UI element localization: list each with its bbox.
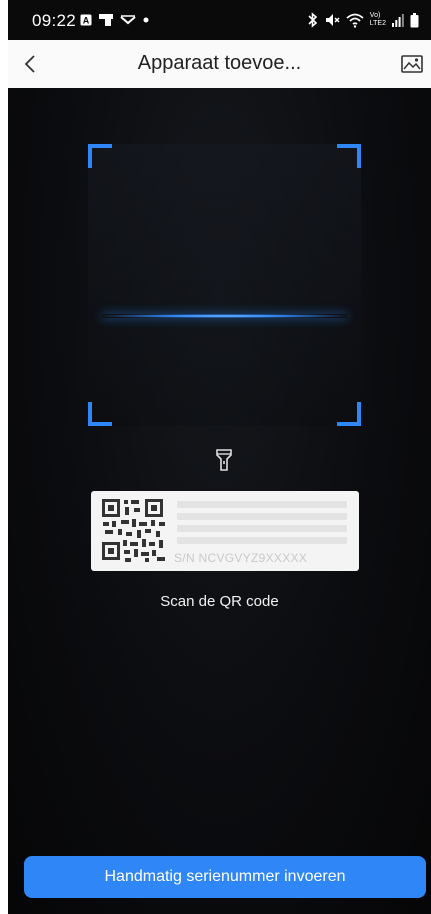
manual-serial-entry-button[interactable]: Handmatig serienummer invoeren <box>24 856 426 898</box>
scan-corner-bottom-left <box>88 402 112 426</box>
volte-label-bottom: LTE2 <box>369 20 386 27</box>
chevron-left-icon <box>24 55 35 73</box>
volte-label-top: Vo) <box>369 12 381 19</box>
flashlight-button[interactable] <box>213 446 235 474</box>
status-system-icons: Vo) LTE2 <box>308 11 419 29</box>
label-line <box>177 525 347 532</box>
scan-frame <box>88 144 361 426</box>
status-bar: 09:22 A Vo) LTE2 <box>8 0 431 40</box>
scan-corner-top-right <box>337 144 361 168</box>
sample-device-label: S/N NCVGVYZ9XXXXX <box>91 491 359 571</box>
page-title: Apparaat toevoe... <box>137 52 302 74</box>
svg-text:A: A <box>83 16 90 26</box>
volte-icon: Vo) LTE2 <box>370 12 386 28</box>
top-app-bar: Apparaat toevoe... <box>8 40 431 88</box>
signal-icon <box>392 14 404 27</box>
status-time: 09:22 <box>32 11 77 30</box>
label-line <box>177 537 347 544</box>
scan-corner-bottom-right <box>337 402 361 426</box>
image-gallery-icon <box>401 55 423 73</box>
sample-serial-number: S/N NCVGVYZ9XXXXX <box>174 551 308 565</box>
flashlight-icon <box>216 449 232 471</box>
scan-corner-top-left <box>88 144 112 168</box>
battery-icon <box>410 12 419 27</box>
notification-a-icon: A <box>80 14 92 26</box>
notification-dot-icon <box>143 17 149 23</box>
label-line <box>177 501 347 508</box>
scan-line <box>102 314 347 318</box>
gallery-button[interactable] <box>397 51 427 77</box>
scanner-view: S/N NCVGVYZ9XXXXX Scan de QR code Handma… <box>8 88 431 914</box>
status-notifications: A <box>80 13 149 27</box>
mute-icon <box>325 14 340 26</box>
wifi-icon <box>346 13 364 28</box>
back-button[interactable] <box>16 50 44 78</box>
sample-qr-code <box>101 498 167 564</box>
notification-dropdown-icon <box>120 15 136 25</box>
label-line <box>177 513 347 520</box>
app-screen: 09:22 A Vo) LTE2 Apparaat toevoe... S/N … <box>8 0 431 914</box>
notification-app-icon <box>99 14 113 26</box>
scan-instruction: Scan de QR code <box>160 593 279 610</box>
bluetooth-icon <box>308 12 317 28</box>
